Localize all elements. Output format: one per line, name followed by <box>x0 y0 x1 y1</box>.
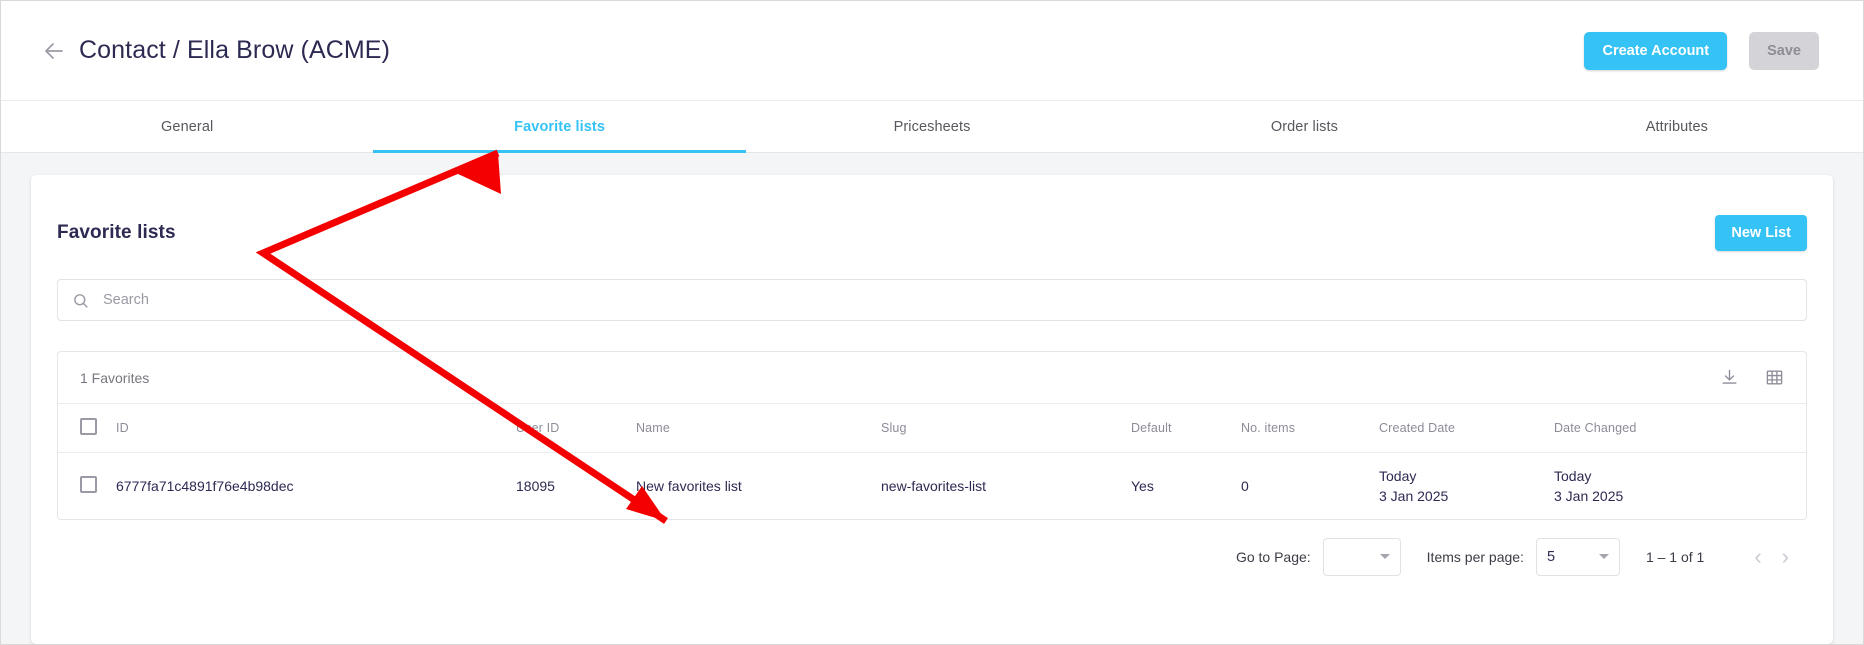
row-select-cell <box>58 453 116 519</box>
items-per-page-label: Items per page: <box>1426 548 1524 565</box>
search-icon <box>72 292 89 309</box>
column-header-no-items[interactable]: No. items <box>1241 404 1379 453</box>
created-date-absolute: 3 Jan 2025 <box>1379 487 1449 504</box>
tab-attributes[interactable]: Attributes <box>1491 101 1863 152</box>
items-per-page-value: 5 <box>1546 548 1556 565</box>
table-toolbar: 1 Favorites <box>58 352 1806 404</box>
goto-page-select[interactable] <box>1322 537 1401 576</box>
select-all-header <box>58 404 116 453</box>
favorites-table-container: 1 Favorites ID User ID Name Slug Default… <box>57 351 1807 520</box>
chevron-right-icon[interactable]: › <box>1772 545 1799 568</box>
tab-favorite-lists[interactable]: Favorite lists <box>373 101 747 153</box>
column-header-default[interactable]: Default <box>1131 404 1241 453</box>
table-count-label: 1 Favorites <box>80 369 150 386</box>
page-header: Contact / Ella Brow (ACME) Create Accoun… <box>1 1 1863 101</box>
cell-id: 6777fa71c4891f76e4b98dec <box>116 477 294 494</box>
new-list-button[interactable]: New List <box>1715 215 1807 251</box>
items-per-page-select[interactable]: 5 <box>1535 537 1620 576</box>
cell-name: New favorites list <box>636 477 742 494</box>
column-header-created-date[interactable]: Created Date <box>1379 404 1554 453</box>
table-header-row: ID User ID Name Slug Default No. items C… <box>58 404 1806 453</box>
changed-date-relative: Today <box>1554 467 1592 484</box>
save-button[interactable]: Save <box>1749 31 1819 70</box>
favorite-lists-card: Favorite lists New List 1 Favorites <box>31 175 1833 644</box>
tab-general[interactable]: General <box>1 101 373 152</box>
column-header-slug[interactable]: Slug <box>881 404 1131 453</box>
column-header-id[interactable]: ID <box>116 404 516 453</box>
cell-created-date: Today 3 Jan 2025 <box>1379 453 1554 519</box>
select-all-checkbox[interactable] <box>80 418 97 435</box>
cell-date-changed: Today 3 Jan 2025 <box>1554 453 1806 519</box>
table-row[interactable]: 6777fa71c4891f76e4b98dec 18095 New favor… <box>58 453 1806 519</box>
search-bar[interactable] <box>57 279 1807 321</box>
column-header-user-id[interactable]: User ID <box>516 404 636 453</box>
card-header: Favorite lists New List <box>57 175 1807 279</box>
changed-date-absolute: 3 Jan 2025 <box>1554 487 1624 504</box>
goto-page-label: Go to Page: <box>1235 548 1311 565</box>
pagination-bar: Go to Page: Items per page: 5 1 – 1 of 1… <box>57 520 1807 576</box>
grid-icon[interactable] <box>1765 368 1784 387</box>
app-page: Contact / Ella Brow (ACME) Create Accoun… <box>0 0 1864 645</box>
cell-slug: new-favorites-list <box>881 477 987 494</box>
tab-pricesheets[interactable]: Pricesheets <box>746 101 1118 152</box>
column-header-date-changed[interactable]: Date Changed <box>1554 404 1806 453</box>
table-body: 6777fa71c4891f76e4b98dec 18095 New favor… <box>58 453 1806 519</box>
download-icon[interactable] <box>1720 368 1739 387</box>
search-input[interactable] <box>101 291 1792 309</box>
created-date-relative: Today <box>1379 467 1417 484</box>
content-area: Favorite lists New List 1 Favorites <box>1 153 1863 644</box>
arrow-left-icon[interactable] <box>41 38 67 64</box>
tab-bar: General Favorite lists Pricesheets Order… <box>1 101 1863 153</box>
column-header-name[interactable]: Name <box>636 404 881 453</box>
card-title: Favorite lists <box>57 222 176 243</box>
chevron-down-icon <box>1379 554 1390 559</box>
row-checkbox[interactable] <box>80 475 97 493</box>
cell-user-id: 18095 <box>516 477 555 494</box>
cell-default: Yes <box>1131 477 1154 494</box>
table-head: ID User ID Name Slug Default No. items C… <box>58 404 1806 453</box>
pagination-range-label: 1 – 1 of 1 <box>1645 548 1705 565</box>
create-account-button[interactable]: Create Account <box>1584 31 1728 70</box>
page-title: Contact / Ella Brow (ACME) <box>79 36 391 64</box>
tab-order-lists[interactable]: Order lists <box>1118 101 1490 152</box>
cell-no-items: 0 <box>1241 477 1249 494</box>
chevron-left-icon[interactable]: ‹ <box>1744 545 1771 568</box>
chevron-down-icon-2 <box>1598 554 1609 559</box>
favorites-table: ID User ID Name Slug Default No. items C… <box>58 404 1806 519</box>
